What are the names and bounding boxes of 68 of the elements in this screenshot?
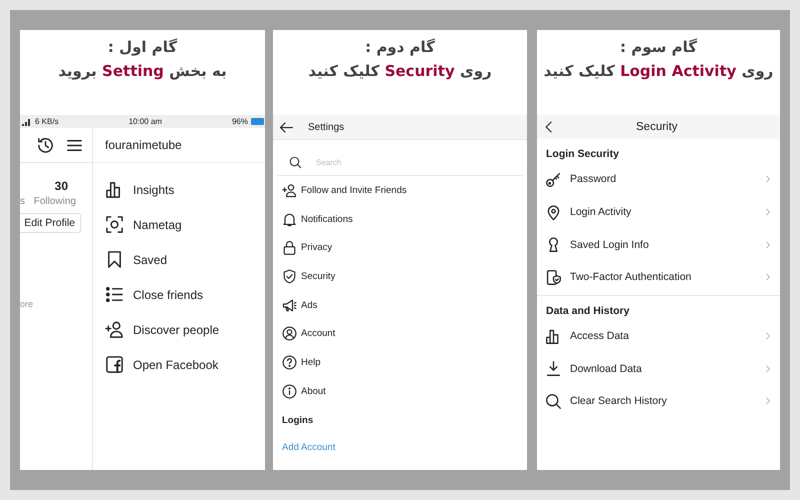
key-icon bbox=[545, 170, 562, 188]
stat-label: s bbox=[20, 196, 25, 207]
add-person-icon bbox=[282, 182, 297, 198]
phone-shield-icon bbox=[545, 268, 562, 286]
shield-icon bbox=[282, 268, 297, 284]
settings-item[interactable]: Login Activity bbox=[537, 196, 780, 228]
chevron-right-icon bbox=[763, 331, 773, 342]
settings-item[interactable]: Download Data bbox=[537, 352, 780, 386]
battery-icon bbox=[250, 118, 265, 125]
chevron-right-icon bbox=[763, 364, 773, 374]
settings-item[interactable]: Account bbox=[273, 319, 527, 348]
settings-item[interactable]: Clear Search History bbox=[537, 385, 780, 418]
download-icon bbox=[545, 360, 562, 378]
history-icon bbox=[36, 136, 55, 154]
clock-time: 10:00 am bbox=[128, 117, 162, 126]
menu-item[interactable]: Close friends bbox=[93, 277, 265, 312]
settings-item[interactable]: Notifications bbox=[273, 204, 527, 234]
menu-item[interactable]: Nametag bbox=[93, 207, 265, 242]
location-pin-icon bbox=[545, 204, 562, 221]
section-heading: Login Security bbox=[545, 147, 620, 162]
section-heading: Logins bbox=[281, 414, 314, 426]
search-icon bbox=[289, 156, 302, 168]
chevron-right-icon bbox=[763, 174, 773, 184]
bell-icon bbox=[282, 212, 297, 227]
signal-icon bbox=[22, 118, 32, 126]
screen-title: Settings bbox=[308, 122, 344, 132]
settings-item[interactable]: Saved Login Info bbox=[537, 228, 780, 262]
bookmark-icon bbox=[105, 250, 124, 269]
settings-item[interactable]: Ads bbox=[273, 290, 527, 320]
battery-percent: 96% bbox=[232, 117, 248, 126]
menu-item[interactable]: Open Facebook bbox=[93, 347, 265, 382]
section-heading: Data and History bbox=[545, 304, 630, 319]
settings-item[interactable]: Privacy bbox=[273, 233, 527, 262]
menu-item[interactable]: Saved bbox=[93, 242, 265, 277]
info-icon bbox=[282, 384, 297, 399]
scan-icon bbox=[105, 215, 124, 234]
bio-text: ore bbox=[20, 299, 34, 309]
following-count: 30 bbox=[54, 179, 68, 193]
settings-item[interactable]: Access Data bbox=[537, 320, 780, 352]
step-title: گام اول : bbox=[108, 38, 178, 56]
search-icon bbox=[545, 392, 562, 410]
padlock-icon bbox=[282, 240, 297, 256]
chevron-right-icon bbox=[763, 272, 773, 282]
settings-item[interactable]: Security bbox=[273, 262, 527, 291]
network-speed: 6 KB/s bbox=[35, 117, 59, 126]
settings-item[interactable]: Follow and Invite Friends bbox=[273, 176, 527, 205]
edit-profile-button[interactable]: Edit Profile bbox=[20, 213, 81, 233]
menu-item[interactable]: Discover people bbox=[93, 312, 265, 347]
settings-item[interactable]: Help bbox=[273, 348, 527, 377]
help-icon bbox=[282, 354, 297, 370]
username: fouranimetube bbox=[93, 128, 265, 163]
star-list-icon bbox=[105, 285, 124, 304]
screen-title: Security bbox=[636, 121, 678, 133]
settings-item[interactable]: Two-Factor Authentication bbox=[537, 261, 780, 294]
add-person-icon bbox=[105, 320, 124, 339]
settings-item[interactable]: About bbox=[273, 376, 527, 406]
back-arrow-icon bbox=[279, 120, 294, 134]
megaphone-icon bbox=[282, 298, 297, 313]
user-circle-icon bbox=[282, 326, 297, 342]
chevron-right-icon bbox=[763, 396, 773, 406]
settings-item[interactable]: Password bbox=[537, 163, 780, 196]
step-title: گام سوم : bbox=[620, 38, 697, 56]
step-title: گام دوم : bbox=[365, 38, 435, 56]
facebook-icon bbox=[105, 355, 124, 374]
stat-label: Following bbox=[34, 196, 76, 207]
chevron-right-icon bbox=[763, 207, 773, 218]
menu-item[interactable]: Insights bbox=[93, 172, 265, 207]
chevron-right-icon bbox=[763, 240, 773, 250]
